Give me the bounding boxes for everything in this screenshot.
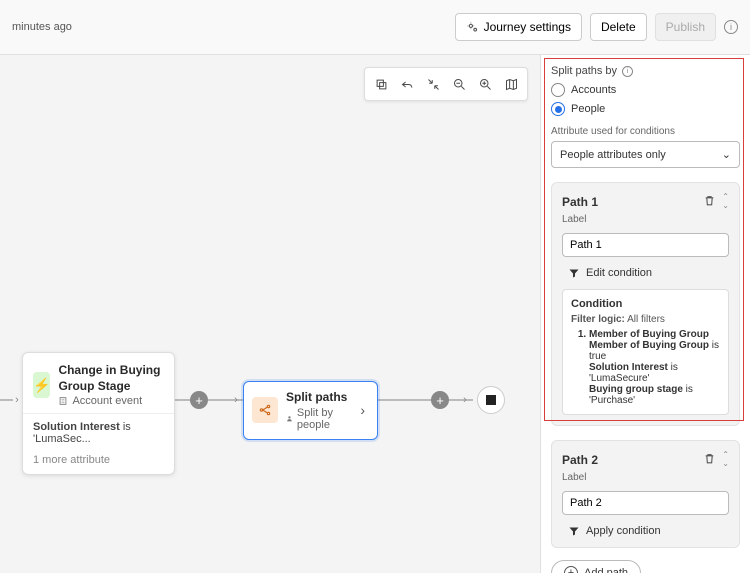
filter-icon	[568, 267, 580, 279]
last-saved-text: minutes ago	[12, 21, 72, 33]
path-label-input[interactable]	[562, 491, 729, 515]
split-icon	[252, 397, 278, 423]
building-icon	[58, 396, 68, 406]
label-text: Label	[562, 472, 729, 483]
radio-people[interactable]: People	[551, 102, 740, 116]
node-account-event[interactable]: ⚡ Change in Buying Group Stage Account e…	[22, 352, 175, 475]
apply-condition-link[interactable]: Apply condition	[568, 525, 729, 537]
node-subtitle: Split by people	[286, 407, 352, 431]
map-icon[interactable]	[499, 72, 523, 96]
path-card-2: Path 2 ⌃⌄ Label Apply condition	[551, 440, 740, 548]
radio-icon	[551, 83, 565, 97]
edit-condition-link[interactable]: Edit condition	[568, 267, 729, 279]
node-title: Change in Buying Group Stage	[58, 363, 164, 394]
path-title: Path 1	[562, 195, 598, 209]
node-subtitle: Account event	[58, 395, 164, 407]
reorder-icon[interactable]: ⌃⌄	[722, 451, 729, 468]
split-by-label: Split paths by	[551, 65, 617, 77]
condition-heading: Condition	[571, 298, 720, 310]
lightning-icon: ⚡	[33, 372, 50, 398]
condition-box: Condition Filter logic: All filters Memb…	[562, 289, 729, 415]
label-text: Label	[562, 214, 729, 225]
path-label-input[interactable]	[562, 233, 729, 257]
canvas-toolbar	[364, 67, 528, 101]
filter-icon	[568, 525, 580, 537]
reorder-icon[interactable]: ⌃⌄	[722, 193, 729, 210]
end-node[interactable]	[477, 386, 505, 414]
radio-icon	[551, 102, 565, 116]
journey-canvas[interactable]: › + › + › ⚡ Change in Buying Group Stage…	[0, 55, 540, 573]
path-title: Path 2	[562, 453, 598, 467]
node-split-paths[interactable]: Split paths Split by people ›	[243, 381, 378, 440]
info-icon[interactable]: i	[622, 66, 633, 77]
chevron-right-icon: ›	[360, 402, 371, 418]
add-path-button[interactable]: + Add path	[551, 560, 641, 573]
condition-item: Member of Buying Group Member of Buying …	[589, 329, 720, 406]
chevron-right-icon: ›	[230, 394, 242, 406]
delete-path-icon[interactable]	[703, 194, 716, 210]
path-card-1: Path 1 ⌃⌄ Label Edit condition Condition…	[551, 182, 740, 426]
gears-icon	[466, 21, 479, 34]
zoom-out-icon[interactable]	[447, 72, 471, 96]
add-node-button[interactable]: +	[431, 391, 449, 409]
add-node-button[interactable]: +	[190, 391, 208, 409]
radio-accounts[interactable]: Accounts	[551, 83, 740, 97]
attribute-select[interactable]: People attributes only ⌄	[551, 141, 740, 168]
chevron-right-icon: ›	[459, 394, 471, 406]
node-more-text: 1 more attribute	[23, 452, 174, 474]
publish-button: Publish	[655, 13, 716, 41]
collapse-icon[interactable]	[421, 72, 445, 96]
node-detail-text: Solution Interest Solution Interest is '…	[23, 413, 174, 452]
properties-panel: Split paths by i Accounts People Attribu…	[540, 55, 750, 573]
undo-icon[interactable]	[395, 72, 419, 96]
delete-button[interactable]: Delete	[590, 13, 647, 41]
journey-settings-button[interactable]: Journey settings	[455, 13, 582, 41]
info-icon[interactable]: i	[724, 20, 738, 34]
plus-icon: +	[564, 566, 578, 573]
copy-icon[interactable]	[369, 72, 393, 96]
node-title: Split paths	[286, 390, 352, 406]
delete-path-icon[interactable]	[703, 452, 716, 468]
chevron-down-icon: ⌄	[722, 148, 731, 161]
zoom-in-icon[interactable]	[473, 72, 497, 96]
stop-icon	[486, 395, 496, 405]
filter-logic: Filter logic: All filters	[571, 314, 720, 325]
person-icon	[286, 414, 293, 423]
attribute-label: Attribute used for conditions	[551, 126, 740, 137]
